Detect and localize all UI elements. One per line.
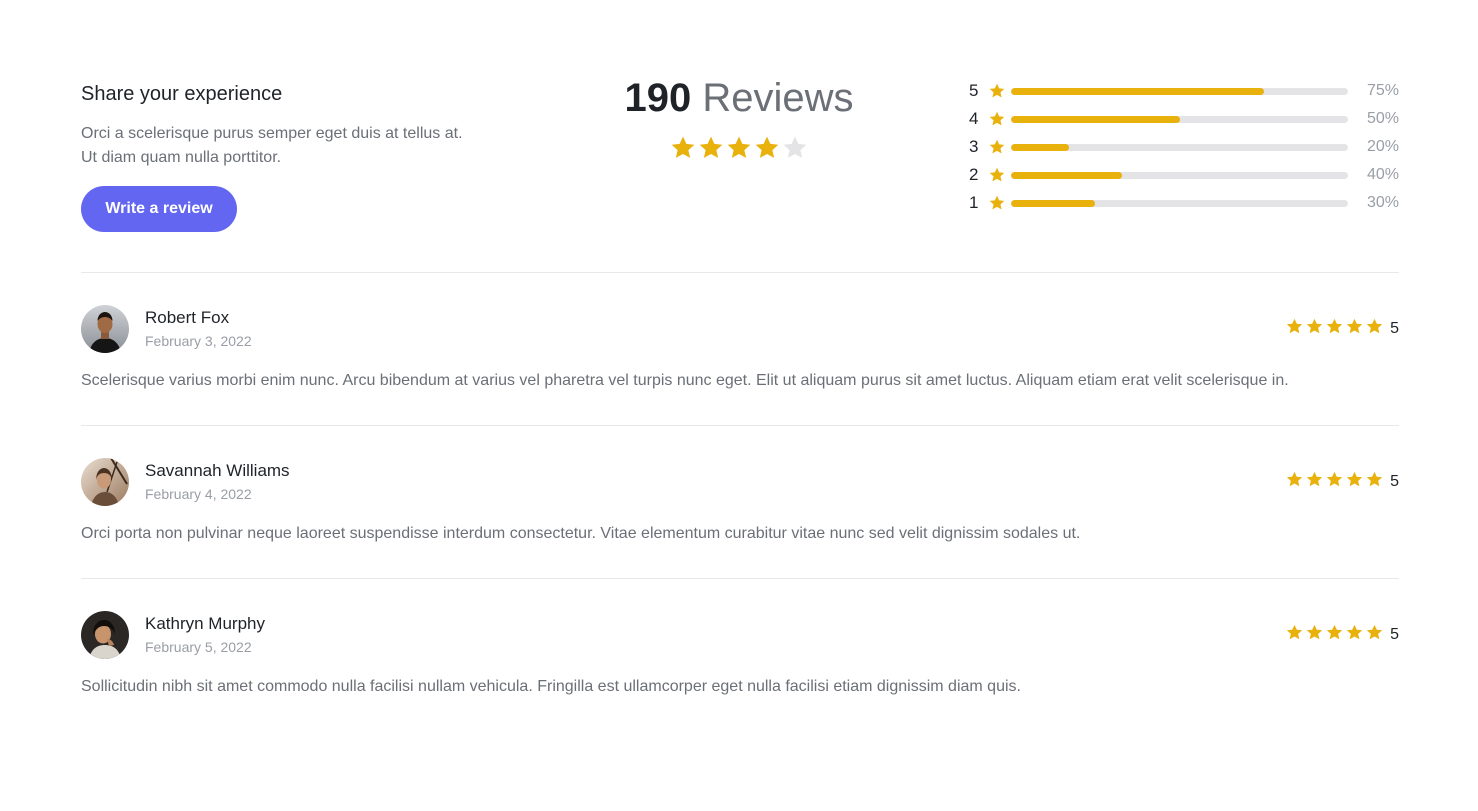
review-header: Kathryn Murphy February 5, 2022 5 <box>81 611 1399 659</box>
review-score: 5 <box>1390 626 1399 643</box>
review-stars <box>1285 470 1384 494</box>
review-rating: 5 <box>1285 623 1399 647</box>
review-score: 5 <box>1390 320 1399 337</box>
review-date: February 5, 2022 <box>145 639 252 655</box>
star-icon <box>1345 317 1364 341</box>
star-icon <box>1345 470 1364 494</box>
review-stars <box>1285 623 1384 647</box>
star-icon <box>985 133 1009 161</box>
reviewer-name: Kathryn Murphy <box>145 614 265 633</box>
avatar <box>81 305 129 353</box>
distribution-percent: 20% <box>1366 138 1399 155</box>
distribution-row: 2 40% <box>967 161 1399 189</box>
distribution-bar-fill <box>1011 115 1180 123</box>
reviewer-name: Savannah Williams <box>145 461 290 480</box>
distribution-bar <box>1011 115 1348 123</box>
total-reviews-label: Reviews <box>702 76 854 120</box>
distribution-row: 3 20% <box>967 133 1399 161</box>
section-divider <box>81 272 1399 273</box>
avatar-photo <box>81 458 129 506</box>
distribution-bar-fill <box>1011 171 1123 179</box>
review-score: 5 <box>1390 473 1399 490</box>
star-icon <box>753 134 781 167</box>
share-title: Share your experience <box>81 83 283 105</box>
star-icon <box>985 105 1009 133</box>
review-rating: 5 <box>1285 317 1399 341</box>
star-icon <box>1365 623 1384 647</box>
total-reviews: 190 Reviews <box>580 72 898 124</box>
reviewer-info: Robert Fox February 3, 2022 <box>145 307 252 351</box>
star-icon <box>1365 317 1384 341</box>
star-icon <box>985 161 1009 189</box>
reviewer-info: Kathryn Murphy February 5, 2022 <box>145 613 265 657</box>
avatar-photo <box>81 611 129 659</box>
section-divider <box>81 578 1399 579</box>
review-item: Kathryn Murphy February 5, 2022 5 Sollic… <box>81 611 1399 699</box>
distribution-bar <box>1011 171 1348 179</box>
avatar <box>81 458 129 506</box>
distribution-row: 5 75% <box>967 77 1399 105</box>
star-icon <box>1285 623 1304 647</box>
avatar-photo <box>81 305 129 353</box>
share-description-line: Ut diam quam nulla porttitor. <box>81 149 282 166</box>
share-experience-section: Share your experience Orci a scelerisque… <box>81 80 521 232</box>
star-icon <box>781 134 809 167</box>
star-icon <box>669 134 697 167</box>
review-text: Sollicitudin nibh sit amet commodo nulla… <box>81 678 1021 695</box>
star-icon <box>1285 470 1304 494</box>
star-icon <box>1305 470 1324 494</box>
distribution-percent: 75% <box>1366 82 1399 99</box>
rating-summary: 190 Reviews <box>580 72 898 167</box>
distribution-bar-fill <box>1011 87 1264 95</box>
star-icon <box>1345 623 1364 647</box>
reviewer-info: Savannah Williams February 4, 2022 <box>145 460 290 504</box>
review-item: Robert Fox February 3, 2022 5 Scelerisqu… <box>81 305 1399 393</box>
review-stars <box>1285 317 1384 341</box>
rating-distribution: 5 75% 4 50% 3 20% 2 40% 1 30% <box>967 77 1399 217</box>
star-icon <box>697 134 725 167</box>
distribution-bar <box>1011 199 1348 207</box>
review-date: February 4, 2022 <box>145 486 252 502</box>
distribution-percent: 30% <box>1366 194 1399 211</box>
star-icon <box>1285 317 1304 341</box>
star-icon <box>1305 623 1324 647</box>
reviews-page: Share your experience Orci a scelerisque… <box>0 0 1478 811</box>
review-date: February 3, 2022 <box>145 333 252 349</box>
star-icon <box>1325 623 1344 647</box>
star-icon <box>985 189 1009 217</box>
distribution-bar <box>1011 87 1348 95</box>
avatar <box>81 611 129 659</box>
distribution-bar <box>1011 143 1348 151</box>
star-icon <box>1325 317 1344 341</box>
star-icon <box>985 77 1009 105</box>
star-icon <box>725 134 753 167</box>
share-description: Orci a scelerisque purus semper eget dui… <box>81 122 511 170</box>
review-text: Scelerisque varius morbi enim nunc. Arcu… <box>81 372 1289 389</box>
review-header: Robert Fox February 3, 2022 5 <box>81 305 1399 353</box>
distribution-bar-fill <box>1011 143 1069 151</box>
share-description-line: Orci a scelerisque purus semper eget dui… <box>81 125 463 142</box>
section-divider <box>81 425 1399 426</box>
review-rating: 5 <box>1285 470 1399 494</box>
distribution-percent: 50% <box>1366 110 1399 127</box>
average-rating-stars <box>580 134 898 167</box>
review-text: Orci porta non pulvinar neque laoreet su… <box>81 525 1081 542</box>
distribution-percent: 40% <box>1366 166 1399 183</box>
star-icon <box>1325 470 1344 494</box>
review-header: Savannah Williams February 4, 2022 5 <box>81 458 1399 506</box>
distribution-bar-fill <box>1011 199 1096 207</box>
distribution-row: 4 50% <box>967 105 1399 133</box>
total-reviews-count: 190 <box>624 76 692 120</box>
reviewer-name: Robert Fox <box>145 308 230 327</box>
star-icon <box>1305 317 1324 341</box>
write-review-button[interactable]: Write a review <box>81 186 237 232</box>
star-icon <box>1365 470 1384 494</box>
distribution-row: 1 30% <box>967 189 1399 217</box>
review-item: Savannah Williams February 4, 2022 5 Orc… <box>81 458 1399 546</box>
